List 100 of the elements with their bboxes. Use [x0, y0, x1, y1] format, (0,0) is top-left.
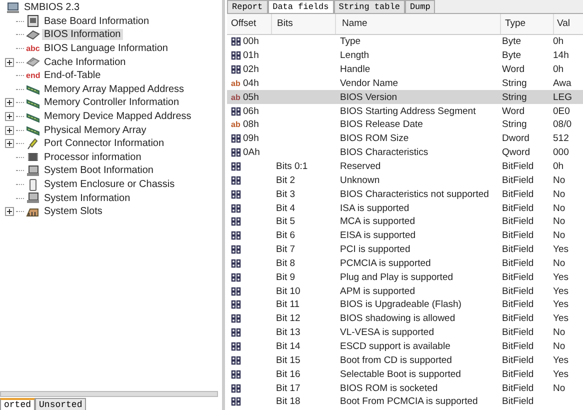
- table-row[interactable]: Bit 5 MCA is supported BitField No: [227, 214, 583, 229]
- tree-root-label[interactable]: SMBIOS 2.3: [22, 2, 82, 14]
- tree-item[interactable]: End-of-Table: [42, 70, 103, 82]
- tree-item[interactable]: Cache Information: [42, 56, 128, 68]
- table-cell: BitField: [502, 202, 534, 214]
- scrollbar[interactable]: [0, 391, 218, 397]
- binary-icon: [231, 272, 241, 282]
- table-row[interactable]: 0Ah BIOS Characteristics Qword 000: [227, 146, 583, 160]
- table-row[interactable]: ab 08h BIOS Release Date String 08/0: [227, 118, 583, 132]
- table-row[interactable]: Bit 6 EISA is supported BitField No: [227, 228, 583, 243]
- expand-icon[interactable]: [4, 207, 14, 216]
- tree-item[interactable]: System Slots: [42, 206, 104, 218]
- tree-item[interactable]: Memory Controller Information: [42, 97, 182, 108]
- tab[interactable]: Data fields: [268, 0, 334, 13]
- table-row[interactable]: Bit 3 BIOS Characteristics not supported BitField No: [227, 187, 583, 202]
- column-header[interactable]: Name: [336, 14, 501, 34]
- table-cell: Bit 11: [276, 299, 300, 310]
- tab[interactable]: orted: [0, 398, 36, 410]
- tab[interactable]: Report: [227, 0, 268, 13]
- column-header[interactable]: Offset: [227, 14, 272, 34]
- tree-item[interactable]: Processor information: [42, 152, 144, 163]
- memory-module-icon: [26, 96, 40, 109]
- table-row[interactable]: Bit 18 Boot From PCMCIA is supported BitField: [227, 394, 583, 409]
- expand-icon[interactable]: [4, 112, 14, 122]
- table-cell: Boot From PCMCIA is supported: [340, 396, 478, 408]
- memory-module-icon: [26, 83, 40, 96]
- table-row[interactable]: 09h BIOS ROM Size Dword 512: [227, 132, 583, 146]
- expand-icon[interactable]: [4, 98, 14, 108]
- table-row[interactable]: Bit 11 BIOS is Upgradeable (Flash) BitField Yes: [227, 298, 583, 312]
- column-header[interactable]: Type: [501, 14, 554, 34]
- table-cell: BIOS Starting Address Segment: [340, 106, 476, 117]
- table-cell: Yes: [553, 272, 568, 283]
- tree-item[interactable]: System Enclosure or Chassis: [42, 179, 177, 190]
- table-row[interactable]: Bit 12 BIOS shadowing is allowed BitField Yes: [227, 312, 583, 326]
- tree-item[interactable]: Memory Device Mapped Address: [42, 111, 194, 122]
- table-cell: 0E0: [553, 106, 570, 117]
- table-row[interactable]: Bit 8 PCMCIA is supported BitField No: [227, 256, 583, 270]
- binary-icon: [231, 37, 241, 46]
- table-row[interactable]: Bit 13 VL-VESA is supported BitField No: [227, 326, 583, 340]
- tree-item[interactable]: Physical Memory Array: [42, 124, 148, 136]
- table-row[interactable]: Bit 17 BIOS ROM is socketed BitField No: [227, 381, 583, 395]
- table-row[interactable]: ab 05h BIOS Version String LEG: [227, 90, 583, 104]
- tree-item[interactable]: Base Board Information: [42, 16, 152, 27]
- table-cell: 08/0: [553, 119, 572, 130]
- tab[interactable]: Unsorted: [35, 398, 86, 410]
- table-cell: BIOS ROM Size: [340, 133, 409, 144]
- binary-icon: [231, 65, 241, 74]
- table-row[interactable]: Bit 2 Unknown BitField No: [227, 173, 583, 188]
- table-cell: BitField: [502, 230, 534, 242]
- table-cell: BitField: [502, 216, 534, 228]
- table-cell: BitField: [502, 327, 534, 338]
- table-row[interactable]: 02h Handle Word 0h: [227, 62, 583, 77]
- table-cell: Length: [340, 50, 370, 62]
- table-row[interactable]: Bit 9 Plug and Play is supported BitField Yes: [227, 270, 583, 284]
- table-row[interactable]: Bit 15 Boot from CD is supported BitField Yes: [227, 353, 583, 368]
- expand-icon[interactable]: [4, 126, 14, 135]
- tab[interactable]: Dump: [404, 0, 436, 13]
- table-row[interactable]: Bit 4 ISA is supported BitField No: [227, 201, 583, 215]
- table-cell: String: [502, 78, 527, 89]
- tree-item[interactable]: Memory Array Mapped Address: [42, 84, 186, 95]
- expand-icon[interactable]: [4, 58, 14, 67]
- table-row[interactable]: Bit 14 ESCD support is available BitField No: [227, 340, 583, 354]
- tree-item[interactable]: BIOS Language Information: [42, 43, 170, 54]
- computer-icon: [26, 164, 40, 177]
- table-cell: Yes: [553, 368, 568, 380]
- table-cell: No: [553, 174, 566, 186]
- table-row[interactable]: Bit 10 APM is supported BitField Yes: [227, 284, 583, 298]
- table-cell: 04h: [243, 78, 259, 89]
- table-cell: BitField: [502, 286, 534, 297]
- table-row[interactable]: 01h Length Byte 14h: [227, 48, 583, 63]
- expand-icon[interactable]: [4, 139, 14, 148]
- binary-icon: [231, 356, 241, 365]
- table-row[interactable]: Bit 7 PCI is supported BitField Yes: [227, 242, 583, 256]
- column-header[interactable]: Bits: [272, 14, 336, 34]
- table-row[interactable]: Bit 16 Selectable Boot is supported BitField Yes: [227, 367, 583, 382]
- table-cell: 09h: [243, 133, 259, 144]
- table-cell: BIOS shadowing is allowed: [340, 313, 456, 324]
- table-row[interactable]: 06h BIOS Starting Address Segment Word 0E0: [227, 104, 583, 118]
- table-cell: ISA is supported: [340, 202, 410, 214]
- tree-item[interactable]: System Boot Information: [42, 165, 156, 176]
- table-cell: Bit 9: [276, 272, 296, 283]
- table-cell: Dword: [502, 133, 530, 144]
- tree-item[interactable]: System Information: [42, 192, 132, 204]
- table-cell: BitField: [502, 161, 534, 172]
- binary-icon: [231, 106, 241, 116]
- tree-item[interactable]: BIOS Information: [42, 29, 123, 40]
- table-cell: Selectable Boot is supported: [340, 368, 461, 380]
- table-cell: String: [502, 92, 527, 103]
- table-cell: Byte: [502, 36, 522, 48]
- table-row[interactable]: 00h Type Byte 0h: [227, 35, 583, 49]
- binary-icon: [231, 231, 241, 240]
- table-cell: BitField: [502, 340, 534, 352]
- table-row[interactable]: ab 04h Vendor Name String Awa: [227, 76, 583, 90]
- table-row[interactable]: Bits 0:1 Reserved BitField 0h: [227, 160, 583, 174]
- tree-item[interactable]: Port Connector Information: [42, 138, 166, 150]
- column-header[interactable]: Val: [554, 14, 583, 34]
- table-cell: Byte: [502, 50, 522, 62]
- text-icon: end: [26, 71, 40, 80]
- tab[interactable]: String table: [334, 0, 405, 13]
- table-cell: Yes: [553, 313, 568, 324]
